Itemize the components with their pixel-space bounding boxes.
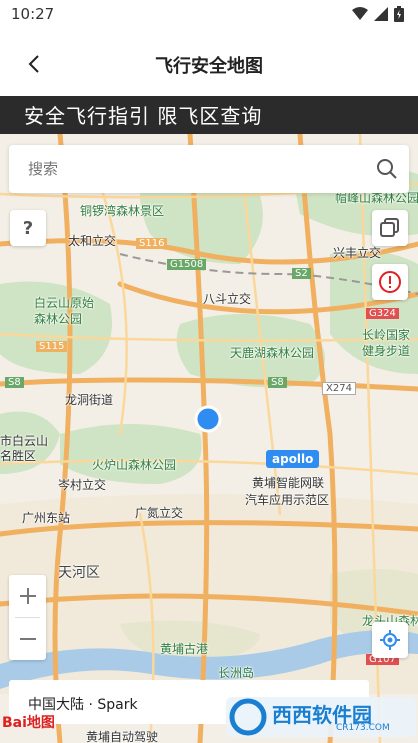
poi-baiyunshan-1[interactable]: 白云山原始	[34, 294, 94, 311]
poi-huangpu-auto[interactable]: 黄埔自动驾驶	[86, 728, 158, 743]
nav-bar: 飞行安全地图	[0, 30, 418, 96]
warning-button[interactable]	[372, 264, 408, 300]
banner-text: 安全飞行指引 限飞区查询	[24, 104, 263, 128]
poi-tianlu[interactable]: 天鹿湖森林公园	[230, 344, 314, 361]
zoom-in-button[interactable]	[9, 575, 46, 617]
poi-badou[interactable]: 八斗立交	[203, 290, 251, 307]
page-title: 飞行安全地图	[155, 56, 263, 77]
search-input[interactable]	[28, 159, 358, 179]
search-bar[interactable]	[9, 145, 409, 193]
help-button[interactable]: ?	[10, 210, 46, 246]
banner[interactable]: 安全飞行指引 限飞区查询	[0, 96, 418, 134]
region-text: 中国大陆 · Spark	[28, 697, 138, 713]
map-canvas	[0, 134, 418, 743]
signal-icon	[374, 7, 388, 21]
layers-icon	[380, 218, 399, 237]
poi-changling-2[interactable]: 健身步道	[362, 342, 410, 359]
road-s115: S115	[36, 341, 68, 352]
poi-tianhe[interactable]: 天河区	[58, 562, 100, 582]
plus-icon	[19, 588, 36, 604]
locate-button[interactable]	[372, 622, 408, 658]
apollo-badge[interactable]: apollo	[266, 450, 320, 468]
poi-changzhou[interactable]: 长洲岛	[218, 664, 254, 681]
poi-guangshan[interactable]: 广氮立交	[135, 504, 183, 521]
poi-guangzhoudong[interactable]: 广州东站	[22, 509, 70, 526]
road-s2: S2	[292, 268, 311, 279]
baidu-map-logo: Bai地图	[2, 715, 55, 731]
poi-huangpu-smart-1[interactable]: 黄埔智能网联	[252, 474, 324, 491]
locate-icon	[380, 630, 400, 650]
search-icon[interactable]	[375, 157, 399, 181]
watermark: 西西软件园 CR173.COM	[226, 693, 416, 739]
poi-tongluo[interactable]: 铜锣湾森林景区	[80, 202, 164, 219]
poi-baiyun-scenic-2[interactable]: 名胜区	[0, 447, 36, 464]
poi-huangpu-smart-2[interactable]: 汽车应用示范区	[245, 491, 329, 508]
layers-button[interactable]	[372, 210, 408, 246]
status-time: 10:27	[11, 5, 55, 23]
battery-icon	[394, 6, 404, 22]
map-view[interactable]: 铜锣湾森林景区 太和立交 白云山原始 森林公园 八斗立交 天鹿湖森林公园 龙洞街…	[0, 134, 418, 743]
road-g1508: G1508	[167, 259, 207, 270]
poi-xingfeng[interactable]: 兴丰立交	[333, 244, 381, 261]
poi-baiyunshan-2[interactable]: 森林公园	[34, 310, 82, 327]
status-icons	[352, 6, 404, 22]
question-icon: ?	[22, 217, 34, 239]
wifi-icon	[352, 7, 368, 20]
road-x274: X274	[322, 382, 356, 395]
poi-huoluan[interactable]: 火炉山森林公园	[92, 456, 176, 473]
road-s8-a: S8	[5, 377, 24, 388]
poi-changling-1[interactable]: 长岭国家	[362, 326, 410, 343]
poi-taihe[interactable]: 太和立交	[68, 232, 116, 249]
road-s8-b: S8	[268, 377, 287, 388]
zoom-out-button[interactable]	[9, 618, 46, 660]
road-s116: S116	[136, 238, 168, 249]
warning-icon	[379, 271, 401, 293]
current-location-marker	[194, 405, 222, 433]
road-g324: G324	[366, 308, 399, 319]
watermark-sub: CR173.COM	[336, 723, 390, 733]
status-bar: 10:27	[0, 0, 418, 30]
poi-cenchun[interactable]: 岑村立交	[58, 476, 106, 493]
poi-huangpu-gu[interactable]: 黄埔古港	[160, 640, 208, 657]
minus-icon	[19, 638, 36, 640]
zoom-control	[9, 575, 46, 660]
poi-longdong[interactable]: 龙洞街道	[65, 391, 113, 408]
